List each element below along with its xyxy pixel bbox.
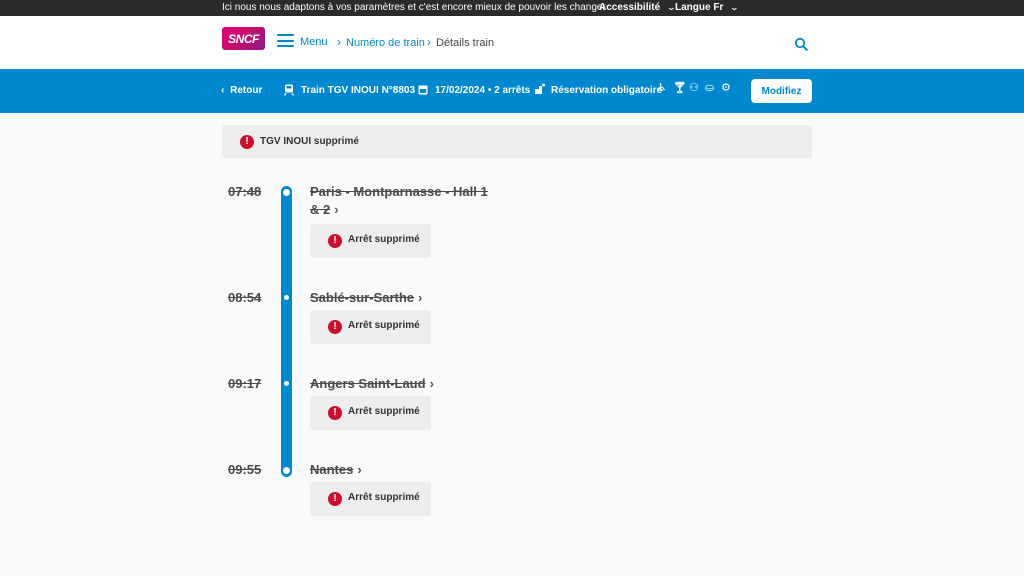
stroller-icon: ⛀ xyxy=(705,82,715,94)
breadcrumb-train-number[interactable]: Numéro de train xyxy=(346,37,425,49)
alert-icon: ! xyxy=(328,492,342,506)
stop-station-link[interactable]: Nantes › xyxy=(310,461,500,479)
stop-status-badge: ! Arrêt supprimé xyxy=(310,224,431,258)
stop-status-text: Arrêt supprimé xyxy=(348,234,420,245)
alert-icon: ! xyxy=(328,406,342,420)
stop-status-badge: ! Arrêt supprimé xyxy=(310,310,431,344)
train-icon xyxy=(284,84,294,96)
stop-station-link[interactable]: Paris - Montparnasse - Hall 1 & 2 › xyxy=(310,183,500,219)
alert-icon: ! xyxy=(240,135,254,149)
alert-icon: ! xyxy=(328,320,342,334)
chevron-right-icon: › xyxy=(427,35,431,49)
accessibility-menu[interactable]: Accessibilité ⌄ xyxy=(599,2,676,13)
timeline-stop-dot xyxy=(284,295,289,300)
chevron-left-icon: ‹ xyxy=(221,85,225,96)
language-label: Langue Fr xyxy=(675,2,724,13)
language-menu[interactable]: Langue Fr ⌄ xyxy=(675,2,740,13)
back-label: Retour xyxy=(230,85,263,96)
sncf-logo[interactable]: SNCF xyxy=(222,27,265,50)
chevron-right-icon: › xyxy=(418,290,423,305)
train-number: Train TGV INOUI N°8803 xyxy=(301,85,416,96)
stop-station-link[interactable]: Sablé-sur-Sarthe › xyxy=(310,289,500,307)
utility-bar: Ici nous nous adaptons à vos paramètres … xyxy=(0,0,1024,16)
preferences-message: Ici nous nous adaptons à vos paramètres … xyxy=(222,2,606,13)
stop-time: 07:48 xyxy=(228,184,262,199)
stop-status-text: Arrêt supprimé xyxy=(348,320,420,331)
station-name: Nantes xyxy=(310,462,354,477)
stop-time: 09:55 xyxy=(228,462,262,477)
stop-status-badge: ! Arrêt supprimé xyxy=(310,396,431,430)
station-name: Sablé-sur-Sarthe xyxy=(310,290,415,305)
station-name: Angers Saint-Laud xyxy=(310,376,426,391)
timeline-stop-dot xyxy=(284,381,289,386)
timeline-stop-dot xyxy=(283,189,290,196)
train-cancelled-banner: ! TGV INOUI supprimé xyxy=(222,125,812,158)
timeline-stop-dot xyxy=(283,467,290,474)
travel-date-stops: 17/02/2024 • 2 arrêts xyxy=(435,85,531,96)
stop-time: 08:54 xyxy=(228,290,262,305)
calendar-icon xyxy=(418,85,428,95)
hamburger-icon[interactable] xyxy=(277,34,294,47)
stop-status-badge: ! Arrêt supprimé xyxy=(310,482,431,516)
chevron-right-icon: › xyxy=(337,35,341,49)
chevron-right-icon: › xyxy=(429,376,434,391)
bike-icon: ⚙ xyxy=(721,82,731,94)
chevron-right-icon: › xyxy=(357,462,362,477)
modify-button[interactable]: Modifiez xyxy=(751,79,812,103)
bar-icon: 🍸︎ xyxy=(673,82,687,94)
menu-button[interactable]: Menu xyxy=(300,36,328,48)
wheelchair-icon: ♿ xyxy=(657,82,667,94)
chevron-right-icon: › xyxy=(334,202,339,217)
site-header: SNCF Menu › Numéro de train › Détails tr… xyxy=(0,16,1024,69)
stop-status-text: Arrêt supprimé xyxy=(348,406,420,417)
breadcrumb-train-details: Détails train xyxy=(436,37,495,49)
accessibility-label: Accessibilité xyxy=(599,2,661,13)
back-button[interactable]: ‹ Retour xyxy=(221,85,262,96)
train-info-bar: ‹ Retour Train TGV INOUI N°8803 17/02/20… xyxy=(0,69,1024,113)
train-cancelled-text: TGV INOUI supprimé xyxy=(260,136,359,147)
search-icon[interactable] xyxy=(794,37,808,51)
journey-timeline xyxy=(281,186,292,477)
stop-time: 09:17 xyxy=(228,376,262,391)
reservation-icon xyxy=(535,83,545,94)
stop-status-text: Arrêt supprimé xyxy=(348,492,420,503)
alert-icon: ! xyxy=(328,234,342,248)
reservation-required: Réservation obligatoire xyxy=(551,85,663,96)
chevron-down-icon: ⌄ xyxy=(730,3,740,12)
stop-station-link[interactable]: Angers Saint-Laud › xyxy=(310,375,500,393)
family-icon: ⚇ xyxy=(689,82,699,94)
